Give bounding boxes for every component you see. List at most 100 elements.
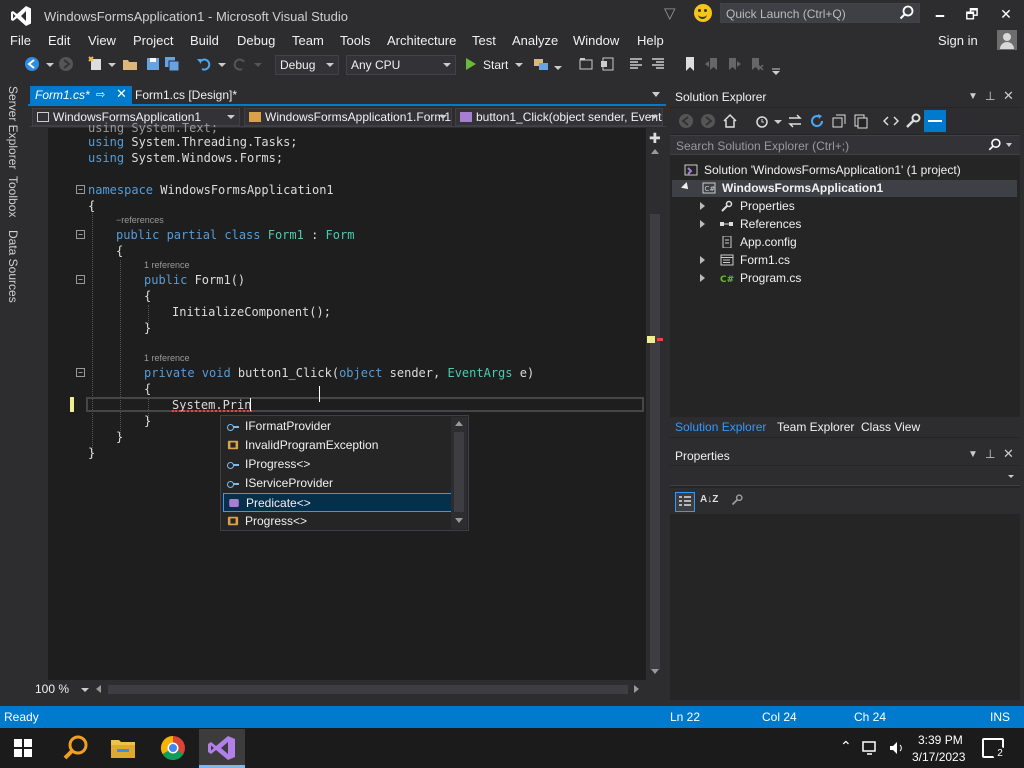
- show-all-files-icon[interactable]: [853, 113, 869, 129]
- menu-edit[interactable]: Edit: [48, 33, 70, 48]
- scroll-up-icon[interactable]: [455, 421, 463, 426]
- menu-window[interactable]: Window: [573, 33, 619, 48]
- toolbar-options-icon[interactable]: [768, 60, 784, 76]
- minimize-button[interactable]: 🗕: [926, 4, 954, 24]
- window-position-chevron-down-icon[interactable]: ▼: [968, 91, 978, 102]
- windows-start-icon[interactable]: [14, 739, 32, 757]
- dropdown-arrow-icon[interactable]: [250, 56, 266, 72]
- next-bookmark-icon[interactable]: [726, 56, 742, 72]
- start-debugging-play-icon[interactable]: [466, 58, 476, 70]
- outline-collapse-toggle[interactable]: −: [76, 368, 85, 377]
- menu-build[interactable]: Build: [190, 33, 219, 48]
- tab-solution-explorer[interactable]: Solution Explorer: [675, 420, 766, 434]
- open-file-icon[interactable]: [122, 56, 138, 72]
- dropdown-arrow-icon[interactable]: [511, 56, 527, 72]
- intellisense-completion-list[interactable]: IFormatProvider InvalidProgramException …: [220, 415, 469, 531]
- data-sources-tab[interactable]: Data Sources: [6, 230, 20, 303]
- window-position-chevron-down-icon[interactable]: ▼: [968, 449, 978, 460]
- tree-solution-node[interactable]: Solution 'WindowsFormsApplication1' (1 p…: [704, 163, 961, 177]
- outline-collapse-toggle[interactable]: −: [76, 230, 85, 239]
- volume-icon[interactable]: [888, 740, 906, 756]
- menu-analyze[interactable]: Analyze: [512, 33, 558, 48]
- browser-link-icon[interactable]: [533, 56, 549, 72]
- dropdown-arrow-icon[interactable]: [550, 56, 566, 72]
- undo-icon[interactable]: [196, 56, 212, 72]
- dropdown-arrow-icon[interactable]: [770, 113, 786, 129]
- completion-item[interactable]: IFormatProvider: [223, 417, 453, 436]
- scroll-down-icon[interactable]: [651, 669, 659, 674]
- completion-scroll-thumb[interactable]: [454, 432, 464, 512]
- categorized-view-icon[interactable]: [675, 492, 695, 512]
- align-left-icon[interactable]: [628, 56, 644, 72]
- outline-collapse-toggle[interactable]: −: [76, 185, 85, 194]
- menu-test[interactable]: Test: [472, 33, 496, 48]
- split-window-icon[interactable]: ✚: [649, 130, 661, 147]
- tree-project-node[interactable]: WindowsFormsApplication1: [722, 181, 883, 195]
- completion-item[interactable]: InvalidProgramException: [223, 436, 453, 455]
- tree-item-references[interactable]: References: [740, 217, 801, 231]
- completion-item[interactable]: IProgress<>: [223, 455, 453, 474]
- search-icon[interactable]: [58, 732, 94, 764]
- collapsed-chevron-icon[interactable]: [700, 220, 705, 228]
- tab-team-explorer[interactable]: Team Explorer: [777, 420, 854, 434]
- auto-hide-pin-icon[interactable]: ⊥: [985, 89, 995, 103]
- properties-object-select[interactable]: [670, 466, 1020, 486]
- collapsed-chevron-icon[interactable]: [700, 202, 705, 210]
- send-feedback-smile-icon[interactable]: [694, 4, 712, 22]
- view-code-icon[interactable]: [883, 113, 899, 129]
- preview-selected-items-button[interactable]: [924, 110, 946, 132]
- collapsed-chevron-icon[interactable]: [700, 274, 705, 282]
- new-project-icon[interactable]: [88, 56, 104, 72]
- show-hidden-icons-chevron-up-icon[interactable]: ⌃: [840, 738, 852, 755]
- collapse-all-icon[interactable]: [831, 113, 847, 129]
- auto-hide-pin-icon[interactable]: ⊥: [985, 447, 995, 461]
- home-icon[interactable]: [722, 113, 738, 129]
- dropdown-arrow-icon[interactable]: [104, 56, 120, 72]
- redo-icon[interactable]: [232, 56, 248, 72]
- previous-bookmark-icon[interactable]: [704, 56, 720, 72]
- navigate-forward-icon[interactable]: [58, 56, 74, 72]
- align-right-icon[interactable]: [650, 56, 666, 72]
- dropdown-arrow-icon[interactable]: [42, 56, 58, 72]
- menu-architecture[interactable]: Architecture: [387, 33, 456, 48]
- class-dropdown[interactable]: WindowsFormsApplication1.Form1: [244, 108, 452, 126]
- refresh-icon[interactable]: [809, 113, 825, 129]
- menu-file[interactable]: File: [10, 33, 31, 48]
- menu-view[interactable]: View: [88, 33, 116, 48]
- tab-class-view[interactable]: Class View: [861, 420, 920, 434]
- scroll-right-icon[interactable]: [634, 685, 639, 693]
- menu-debug[interactable]: Debug: [237, 33, 275, 48]
- collapsed-chevron-icon[interactable]: [700, 256, 705, 264]
- alphabetical-view-icon[interactable]: A↓Z: [700, 494, 718, 505]
- chrome-icon[interactable]: [155, 732, 191, 764]
- pin-tab-icon[interactable]: ⇨: [96, 88, 105, 101]
- codelens-references[interactable]: 1 reference: [144, 260, 190, 270]
- restore-button[interactable]: 🗗: [958, 4, 986, 24]
- file-explorer-icon[interactable]: [105, 732, 141, 764]
- tab-form1-cs[interactable]: Form1.cs* ⇨ ✕: [30, 86, 132, 105]
- sync-with-active-document-icon[interactable]: [787, 113, 803, 129]
- format-document-icon[interactable]: [600, 56, 616, 72]
- zoom-level-select[interactable]: 100 %: [31, 682, 91, 698]
- solution-configuration-select[interactable]: Debug: [275, 55, 339, 75]
- close-button[interactable]: ✕: [992, 4, 1020, 24]
- tree-item-app-config[interactable]: App.config: [740, 235, 797, 249]
- solution-platform-select[interactable]: Any CPU: [346, 55, 456, 75]
- scroll-left-icon[interactable]: [96, 685, 101, 693]
- bookmark-icon[interactable]: [682, 56, 698, 72]
- taskbar-date[interactable]: 3/17/2023: [912, 750, 965, 764]
- tab-overflow-chevron-down-icon[interactable]: [652, 92, 660, 97]
- codelens-references[interactable]: −references: [116, 215, 164, 225]
- step-into-icon[interactable]: [578, 56, 594, 72]
- account-icon[interactable]: [997, 30, 1017, 50]
- feedback-filter-icon[interactable]: ▽: [664, 4, 680, 22]
- completion-item[interactable]: Progress<>: [223, 512, 453, 531]
- tree-item-form1-cs[interactable]: Form1.cs: [740, 253, 790, 267]
- dropdown-arrow-icon[interactable]: [214, 56, 230, 72]
- property-pages-wrench-icon[interactable]: [731, 494, 743, 509]
- start-debugging-button[interactable]: Start: [483, 58, 508, 72]
- completion-item[interactable]: IServiceProvider: [223, 474, 453, 493]
- toolbox-tab[interactable]: Toolbox: [6, 176, 20, 217]
- server-explorer-tab[interactable]: Server Explorer: [6, 86, 20, 169]
- sign-in-link[interactable]: Sign in: [938, 33, 978, 48]
